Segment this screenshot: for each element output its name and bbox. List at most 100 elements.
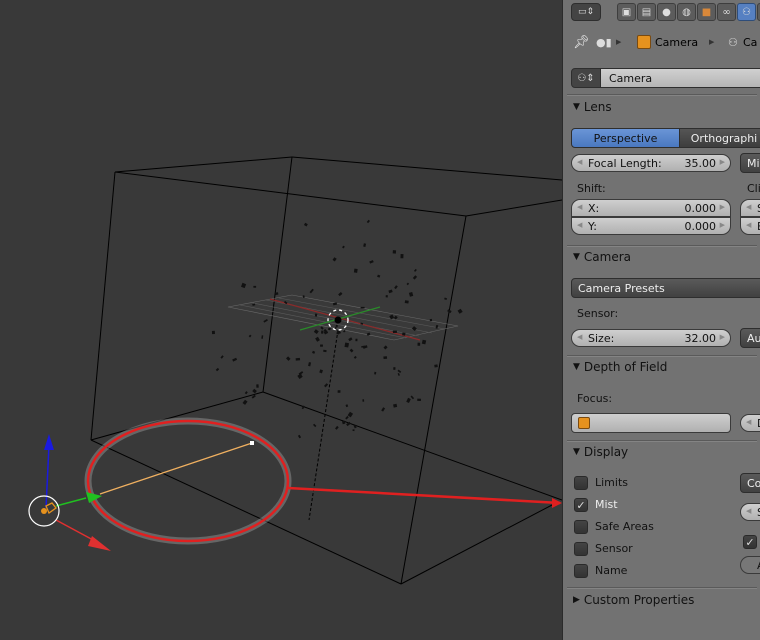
particle [393, 403, 398, 408]
context-tab-world[interactable]: ◍ [677, 3, 696, 21]
particle [335, 324, 339, 328]
particle [406, 397, 411, 404]
particle [320, 326, 324, 330]
increment-arrow-icon[interactable]: ▶ [720, 333, 725, 341]
decrement-arrow-icon[interactable]: ◀ [577, 203, 582, 211]
clipping-label: Cli [747, 182, 760, 195]
browse-camera-data-button[interactable]: ⚇⇕ [571, 68, 601, 88]
clip-end-field[interactable]: ◀ E [740, 217, 760, 235]
particle [369, 260, 374, 264]
dof-distance-field[interactable]: ◀ D [740, 414, 760, 432]
scene-icon: ● [662, 6, 671, 18]
shift-x-value: 0.000 [684, 201, 717, 215]
decrement-arrow-icon[interactable]: ◀ [746, 203, 751, 211]
pin-icon[interactable]: 📌︎ [573, 35, 590, 50]
passepartout-checkbox[interactable]: ✓ [743, 535, 757, 549]
decrement-arrow-icon[interactable]: ◀ [746, 418, 751, 426]
sensor-size-field[interactable]: ◀ Size: 32.00 ▶ [571, 329, 731, 347]
increment-arrow-icon[interactable]: ▶ [720, 203, 725, 211]
divider [567, 94, 757, 96]
sensor-label: Sensor: [577, 307, 619, 320]
decrement-arrow-icon[interactable]: ◀ [577, 333, 582, 341]
particle [324, 383, 329, 388]
composition-guides-button[interactable]: Co [740, 473, 760, 493]
decrement-arrow-icon[interactable]: ◀ [577, 221, 582, 229]
breadcrumb-camera-data[interactable]: Ca [743, 36, 757, 49]
divider [567, 440, 757, 442]
context-tab-render-layers[interactable]: ▤ [637, 3, 656, 21]
breadcrumb-object[interactable]: Camera [655, 36, 698, 49]
display-checkbox-name[interactable] [574, 564, 588, 578]
particle [320, 330, 324, 334]
particle [385, 295, 388, 298]
properties-editor: ▭⇕ ▣▤●◍■∞⚇▦ 📌︎ ●▮ ▶ Camera ▶ ⚇ Ca ⚇⇕ Cam… [562, 0, 760, 640]
context-tab-object[interactable]: ■ [697, 3, 716, 21]
display-checkbox-sensor[interactable] [574, 542, 588, 556]
3d-viewport[interactable] [0, 0, 562, 640]
sensor-fit-button[interactable]: Au [740, 328, 760, 348]
object-icon: ■ [701, 6, 712, 18]
particle [392, 330, 397, 333]
context-tab-constraints[interactable]: ∞ [717, 3, 736, 21]
particle [421, 339, 427, 345]
context-tab-scene[interactable]: ● [657, 3, 676, 21]
lens-unit-button[interactable]: Mi [740, 153, 760, 173]
orthographic-toggle[interactable]: Orthographi [679, 128, 760, 148]
particle [412, 275, 418, 280]
focus-object-field[interactable] [571, 413, 731, 433]
camera-object-icon[interactable] [41, 502, 57, 514]
increment-arrow-icon[interactable]: ▶ [720, 221, 725, 229]
increment-arrow-icon[interactable]: ▶ [720, 158, 725, 166]
display-checkbox-safe-areas[interactable] [574, 520, 588, 534]
datablock-selector[interactable]: ⚇⇕ Camera [571, 68, 760, 88]
lens-title: Lens [583, 100, 612, 114]
context-tab-render[interactable]: ▣ [617, 3, 636, 21]
particle [242, 399, 248, 405]
decrement-arrow-icon[interactable]: ◀ [577, 158, 582, 166]
particle [413, 268, 417, 272]
particle [353, 355, 357, 359]
shift-x-field[interactable]: ◀ X: 0.000 ▶ [571, 199, 731, 217]
dof-panel-header[interactable]: ▼ Depth of Field [573, 360, 667, 374]
custom-properties-panel-header[interactable]: ▶ Custom Properties [573, 593, 694, 607]
particle [352, 429, 355, 432]
display-size-field[interactable]: ◀ S [740, 503, 760, 521]
particle [332, 257, 337, 262]
camera-panel-header[interactable]: ▼ Camera [573, 250, 631, 264]
particle [252, 388, 257, 394]
particle [397, 372, 400, 376]
particle [408, 292, 414, 297]
datablock-name-field[interactable]: Camera [601, 68, 760, 88]
shift-y-field[interactable]: ◀ Y: 0.000 ▶ [571, 217, 731, 235]
particle [404, 300, 409, 304]
particle [274, 292, 279, 296]
clip-start-field[interactable]: ◀ S [740, 199, 760, 217]
focal-length-field[interactable]: ◀ Focal Length: 35.00 ▶ [571, 154, 731, 172]
shift-y-value: 0.000 [684, 219, 717, 233]
dof-title: Depth of Field [583, 360, 668, 374]
context-tab-camera-data[interactable]: ⚇ [737, 3, 756, 21]
display-panel-header[interactable]: ▼ Display [573, 445, 628, 459]
editor-type-selector[interactable]: ▭⇕ [571, 3, 601, 21]
decrement-arrow-icon[interactable]: ◀ [746, 221, 751, 229]
render-icon: ▣ [621, 6, 632, 18]
particle [312, 423, 317, 428]
display-title: Display [583, 445, 629, 459]
particle [313, 329, 319, 335]
particle [434, 364, 438, 368]
breadcrumb-arrow-icon: ▶ [709, 38, 715, 46]
display-checkbox-limits[interactable] [574, 476, 588, 490]
decrement-arrow-icon[interactable]: ◀ [746, 507, 751, 515]
perspective-toggle[interactable]: Perspective [571, 128, 680, 148]
alpha-field[interactable]: A [740, 556, 760, 574]
particle [323, 349, 327, 353]
particle [252, 303, 256, 306]
display-checkbox-mist[interactable]: ✓ [574, 498, 588, 512]
particle [402, 332, 406, 336]
camera-presets-menu[interactable]: Camera Presets [571, 278, 760, 298]
viewport-canvas[interactable] [0, 0, 562, 640]
display-checkbox-label: Mist [595, 498, 618, 511]
lens-panel-header[interactable]: ▼ Lens [573, 100, 612, 114]
particle [336, 330, 341, 335]
camera-data-icon: ⚇⇕ [577, 72, 595, 84]
